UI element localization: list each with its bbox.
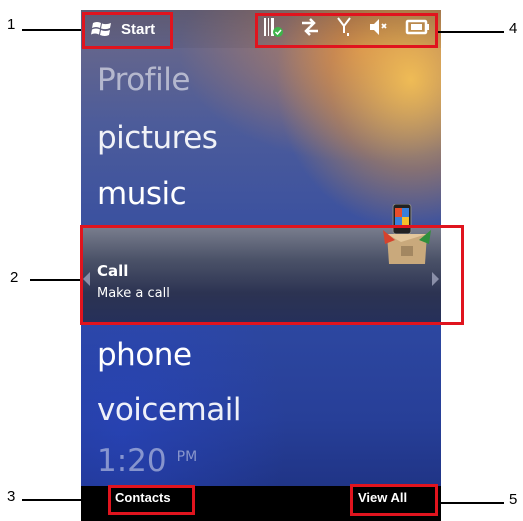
leader-line-3 xyxy=(22,499,108,501)
leader-line-5 xyxy=(438,502,504,504)
menu-item-pictures[interactable]: pictures xyxy=(97,120,218,156)
callout-number-3: 3 xyxy=(7,488,16,505)
clock-time: 1:20 xyxy=(97,443,167,479)
callout-number-4: 4 xyxy=(509,20,518,37)
menu-item-music[interactable]: music xyxy=(97,176,187,212)
menu-item-voicemail[interactable]: voicemail xyxy=(97,392,241,428)
callout-number-5: 5 xyxy=(509,491,518,508)
clock: 1:20 PM xyxy=(97,443,197,479)
leader-line-2 xyxy=(30,279,80,281)
menu-item-profile[interactable]: Profile xyxy=(97,62,190,98)
menu-item-phone[interactable]: phone xyxy=(97,337,192,373)
leader-line-1 xyxy=(22,29,81,31)
leader-line-4 xyxy=(438,31,504,33)
callout-box-call xyxy=(80,225,464,325)
callout-number-1: 1 xyxy=(7,16,16,33)
clock-ampm: PM xyxy=(176,449,198,465)
callout-box-contacts xyxy=(108,485,195,515)
callout-box-view-all xyxy=(350,484,438,516)
callout-box-status xyxy=(255,13,438,48)
callout-box-start xyxy=(82,12,173,49)
callout-number-2: 2 xyxy=(10,269,19,286)
